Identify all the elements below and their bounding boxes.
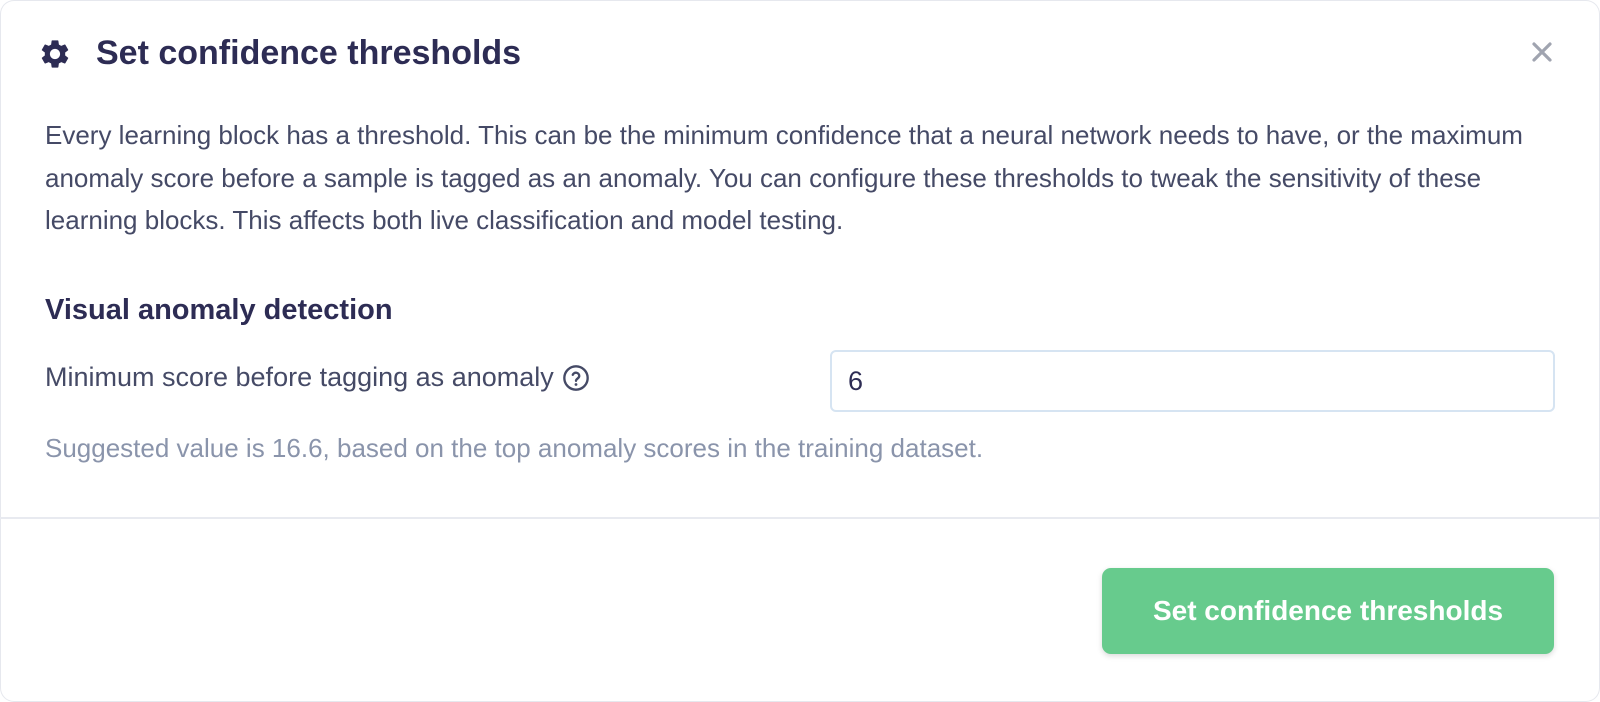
confidence-thresholds-dialog: Set confidence thresholds Every learning… — [0, 0, 1600, 702]
question-circle-icon[interactable] — [562, 363, 590, 391]
dialog-title: Set confidence thresholds — [96, 34, 522, 72]
suggested-value-hint: Suggested value is 16.6, based on the to… — [45, 433, 984, 463]
min-score-input[interactable] — [830, 350, 1555, 412]
dialog-header: Set confidence thresholds — [0, 0, 1600, 106]
section-title: Visual anomaly detection — [45, 294, 393, 326]
close-icon[interactable] — [1530, 40, 1554, 64]
dialog-body: Every learning block has a threshold. Th… — [45, 114, 1560, 242]
footer-divider — [0, 517, 1600, 519]
gear-icon — [38, 37, 72, 71]
set-thresholds-button[interactable]: Set confidence thresholds — [1102, 568, 1554, 654]
dialog-description: Every learning block has a threshold. Th… — [45, 120, 1523, 235]
min-score-label-text: Minimum score before tagging as anomaly — [45, 362, 554, 392]
min-score-field-label: Minimum score before tagging as anomaly — [45, 357, 590, 397]
